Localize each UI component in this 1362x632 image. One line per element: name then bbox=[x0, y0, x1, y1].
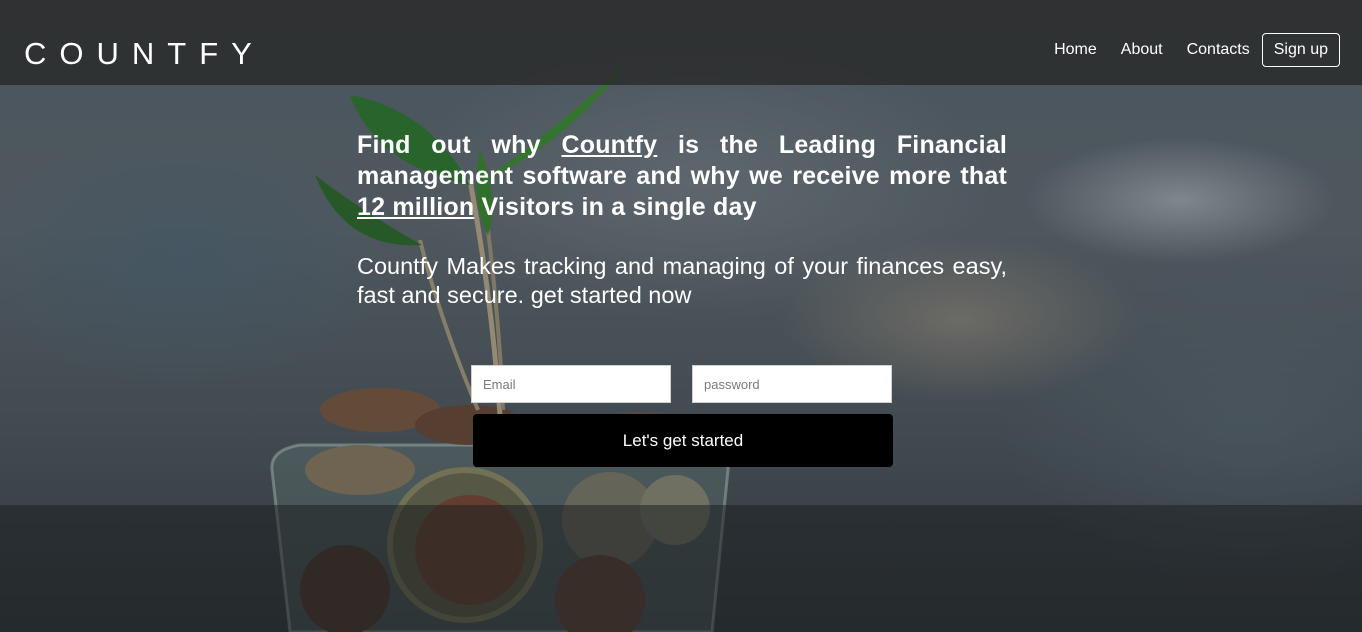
hero-subtext: Countfy Makes tracking and managing of y… bbox=[357, 253, 1007, 308]
footer-band bbox=[0, 505, 1362, 632]
hero-headline: Find out why Countfy is the Leading Fina… bbox=[357, 130, 1007, 223]
headline-text: Find out why bbox=[357, 131, 562, 159]
get-started-button[interactable]: Let's get started bbox=[473, 414, 893, 467]
password-input[interactable] bbox=[692, 365, 892, 403]
hero-section: COUNTFY Home About Contacts Sign up Find… bbox=[0, 0, 1362, 632]
email-input[interactable] bbox=[471, 365, 671, 403]
headline-text: Visitors in a single day bbox=[474, 193, 757, 221]
brand-logo[interactable]: COUNTFY bbox=[24, 36, 265, 72]
signup-button[interactable]: Sign up bbox=[1261, 33, 1340, 67]
nav-about-link[interactable]: About bbox=[1121, 41, 1163, 59]
countfy-link[interactable]: Countfy bbox=[561, 131, 657, 159]
main-nav: Home About Contacts Sign up bbox=[1030, 33, 1340, 67]
visitors-count-link[interactable]: 12 million bbox=[357, 193, 474, 221]
nav-home-link[interactable]: Home bbox=[1054, 41, 1097, 59]
nav-contacts-link[interactable]: Contacts bbox=[1187, 41, 1250, 59]
